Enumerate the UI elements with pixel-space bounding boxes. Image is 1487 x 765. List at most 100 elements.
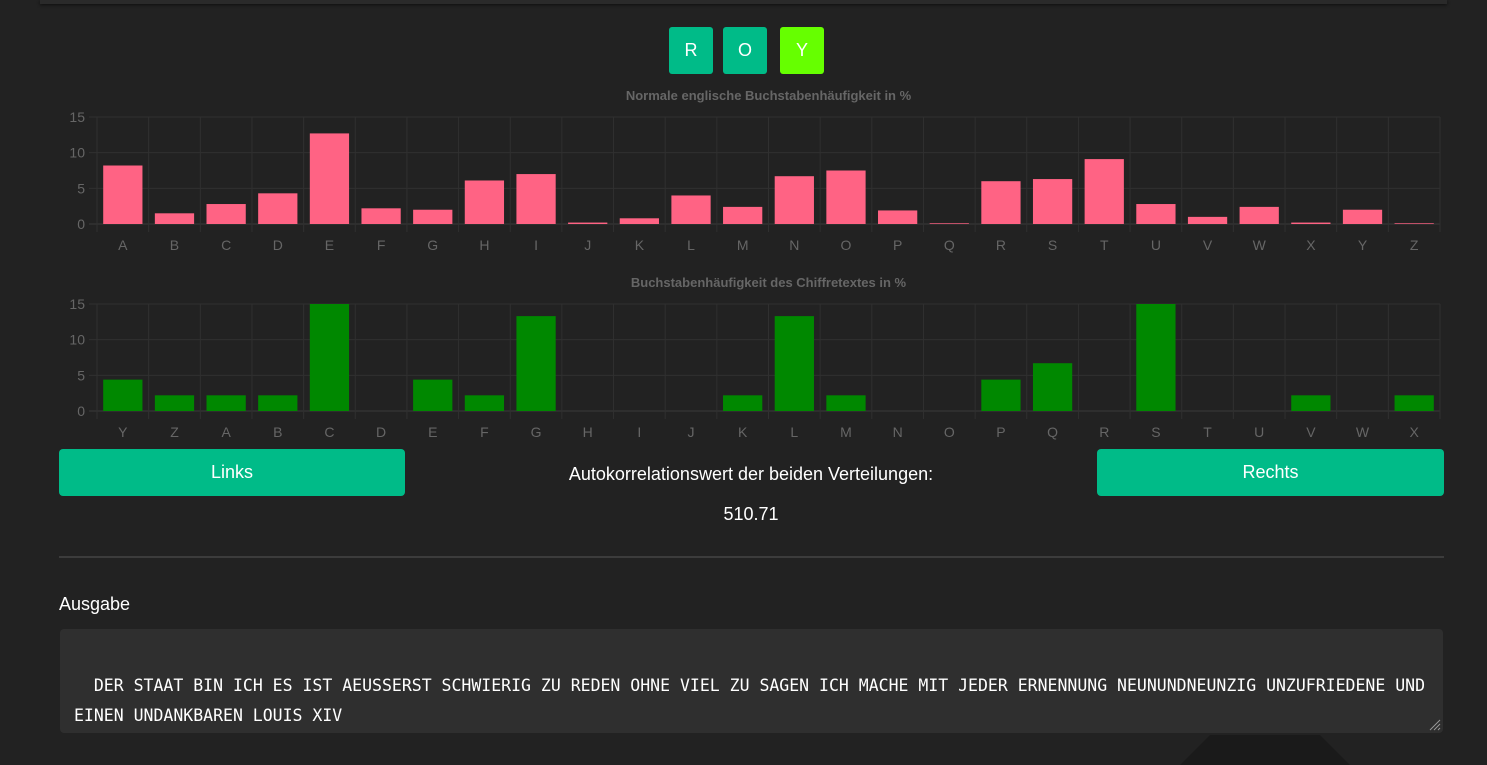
- key-letter-box-1[interactable]: R: [669, 27, 713, 74]
- resize-grip-icon[interactable]: [1427, 717, 1441, 731]
- bar-M: [723, 206, 763, 224]
- shift-left-button[interactable]: Links: [59, 449, 405, 496]
- shift-right-button[interactable]: Rechts: [1097, 449, 1444, 496]
- x-tick-label: G: [427, 237, 438, 253]
- x-tick-label: J: [584, 237, 591, 253]
- x-tick-label: G: [531, 424, 542, 440]
- correlation-label: Autokorrelationswert der beiden Verteilu…: [568, 464, 934, 484]
- x-tick-label: I: [637, 424, 641, 440]
- x-tick-label: B: [170, 237, 179, 253]
- bar-C: [206, 204, 246, 224]
- x-tick-label: A: [118, 237, 128, 253]
- bar-S: [1032, 179, 1073, 224]
- x-tick-label: C: [324, 424, 334, 440]
- key-letter-row: R O Y: [0, 27, 1487, 74]
- x-tick-label: D: [376, 424, 386, 440]
- bar-F: [464, 395, 505, 411]
- x-tick-label: T: [1203, 424, 1212, 440]
- bar-W: [1239, 206, 1279, 224]
- y-tick-label: 10: [69, 332, 85, 348]
- x-tick-label: M: [840, 424, 852, 440]
- x-tick-label: L: [687, 237, 695, 253]
- x-tick-label: W: [1356, 424, 1370, 440]
- bar-K: [619, 218, 659, 224]
- bar-F: [361, 208, 401, 224]
- bar-U: [1136, 204, 1176, 224]
- bar-A: [206, 395, 246, 411]
- bar-Q: [1032, 363, 1073, 411]
- x-tick-label: V: [1306, 424, 1316, 440]
- x-tick-label: X: [1306, 237, 1316, 253]
- y-tick-label: 15: [69, 296, 85, 312]
- x-tick-label: F: [480, 424, 489, 440]
- x-tick-label: V: [1203, 237, 1213, 253]
- x-tick-label: J: [688, 424, 695, 440]
- x-tick-label: S: [1151, 424, 1160, 440]
- bar-M: [826, 395, 866, 411]
- ciphertext-frequency-chart: Buchstabenhäufigkeit des Chiffretextes i…: [69, 275, 1441, 440]
- x-tick-label: H: [583, 424, 593, 440]
- bar-X: [1394, 395, 1434, 411]
- bar-J: [568, 222, 608, 224]
- y-tick-label: 5: [77, 367, 85, 383]
- x-tick-label: I: [534, 237, 538, 253]
- bar-V: [1187, 216, 1228, 224]
- x-tick-label: P: [893, 237, 902, 253]
- x-tick-label: D: [273, 237, 283, 253]
- x-tick-label: O: [944, 424, 955, 440]
- x-tick-label: Z: [1410, 237, 1419, 253]
- bar-L: [671, 195, 711, 224]
- x-tick-label: S: [1048, 237, 1057, 253]
- x-tick-label: Y: [118, 424, 128, 440]
- bar-D: [258, 193, 298, 224]
- bar-Y: [1342, 209, 1383, 224]
- x-tick-label: R: [1099, 424, 1109, 440]
- x-tick-label: K: [738, 424, 748, 440]
- bar-X: [1291, 222, 1331, 224]
- bar-A: [103, 165, 143, 224]
- x-tick-label: E: [325, 237, 334, 253]
- bar-N: [774, 176, 814, 224]
- bar-Z: [1394, 223, 1434, 224]
- y-tick-label: 10: [69, 145, 85, 161]
- x-tick-label: B: [273, 424, 282, 440]
- x-tick-label: Z: [170, 424, 179, 440]
- output-label: Ausgabe: [59, 594, 131, 614]
- output-text: DER STAAT BIN ICH ES IST AEUSSERST SCHWI…: [74, 676, 1435, 725]
- bar-P: [878, 210, 918, 224]
- bar-Y: [103, 379, 143, 411]
- x-tick-label: U: [1254, 424, 1264, 440]
- x-tick-label: K: [635, 237, 645, 253]
- x-tick-label: A: [221, 424, 231, 440]
- bar-K: [723, 395, 763, 411]
- x-tick-label: E: [428, 424, 437, 440]
- x-tick-label: X: [1410, 424, 1420, 440]
- bar-G: [516, 316, 556, 411]
- key-letter-box-3[interactable]: Y: [780, 27, 824, 74]
- output-textarea[interactable]: DER STAAT BIN ICH ES IST AEUSSERST SCHWI…: [60, 629, 1443, 733]
- x-tick-label: Y: [1358, 237, 1368, 253]
- x-tick-label: W: [1253, 237, 1267, 253]
- chart-title: Buchstabenhäufigkeit des Chiffretextes i…: [631, 275, 907, 290]
- bar-H: [464, 180, 505, 224]
- bar-E: [413, 379, 453, 411]
- x-tick-label: N: [893, 424, 903, 440]
- section-divider: [59, 556, 1444, 558]
- key-letter-box-2[interactable]: O: [723, 27, 767, 74]
- x-tick-label: O: [841, 237, 852, 253]
- x-tick-label: Q: [1047, 424, 1058, 440]
- bar-Q: [929, 223, 969, 224]
- y-tick-label: 0: [77, 403, 85, 419]
- correlation-value: 510.71: [723, 504, 779, 524]
- x-tick-label: C: [221, 237, 231, 253]
- x-tick-label: M: [737, 237, 749, 253]
- top-panel-edge: [40, 0, 1447, 4]
- bar-P: [981, 379, 1021, 411]
- x-tick-label: F: [377, 237, 386, 253]
- bar-R: [981, 181, 1021, 224]
- x-tick-label: T: [1100, 237, 1109, 253]
- y-tick-label: 0: [77, 216, 85, 232]
- x-tick-label: L: [790, 424, 798, 440]
- y-tick-label: 15: [69, 109, 85, 125]
- bar-B: [154, 213, 195, 224]
